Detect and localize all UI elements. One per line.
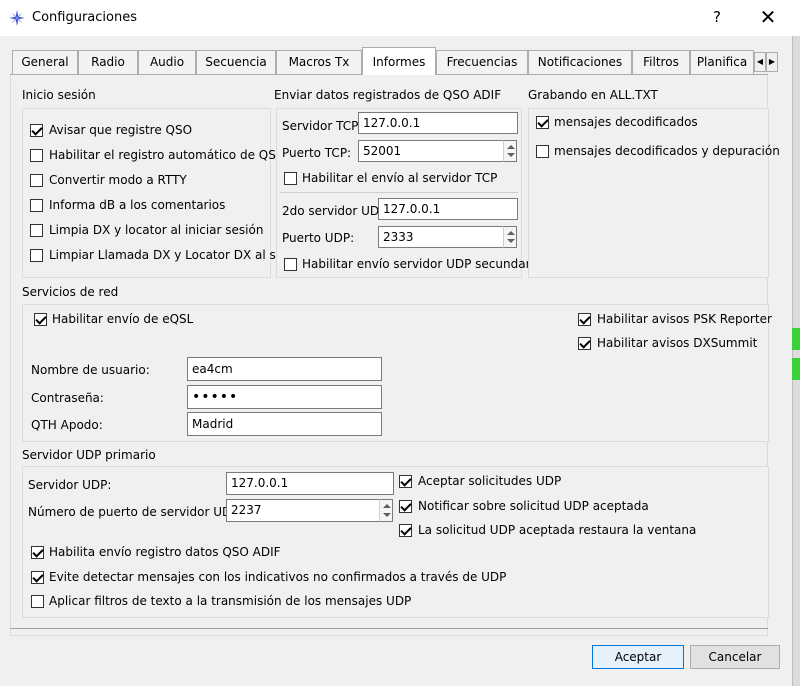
tcp-server-input[interactable]: 127.0.0.1 <box>358 112 518 134</box>
tab-frecuencias[interactable]: Frecuencias <box>436 50 528 74</box>
notify-udp-label: Notificar sobre solicitud UDP aceptada <box>418 499 649 513</box>
all-txt-title: Grabando en ALL.TXT <box>528 88 658 102</box>
udp-server-input[interactable]: 127.0.0.1 <box>226 472 394 495</box>
registro-automatico-label: Habilitar el registro automático de QSO <box>49 148 286 162</box>
psk-reporter-checkbox[interactable] <box>578 313 591 326</box>
informa-db-checkbox[interactable] <box>30 199 43 212</box>
tcp-enable-checkbox[interactable] <box>284 172 297 185</box>
text-filters-label: Aplicar filtros de texto a la transmisió… <box>49 594 412 608</box>
adif-separator <box>280 192 518 193</box>
dxsummit-label: Habilitar avisos DXSummit <box>597 336 758 350</box>
tab-scroll-right-button[interactable]: ▶ <box>766 52 778 72</box>
tcp-port-spinner[interactable] <box>503 140 517 162</box>
tab-general[interactable]: General <box>12 50 78 74</box>
udp-adif-checkbox[interactable] <box>31 546 44 559</box>
cancel-button[interactable]: Cancelar <box>690 645 780 669</box>
tab-filtros[interactable]: Filtros <box>632 50 690 74</box>
udp-port-spinner[interactable] <box>379 499 393 522</box>
tcp-port-input[interactable]: 52001 <box>358 140 504 162</box>
udp-primario-title: Servidor UDP primario <box>22 448 156 462</box>
decoded-messages-label: mensajes decodificados <box>554 115 698 129</box>
qth-input[interactable]: Madrid <box>187 412 382 436</box>
tab-scroll-left-button[interactable]: ◀ <box>754 52 766 72</box>
registro-automatico-checkbox[interactable] <box>30 149 43 162</box>
all-txt-group <box>528 108 769 278</box>
udp2-enable-label: Habilitar envío servidor UDP secundario <box>302 257 542 271</box>
udp2-enable-checkbox[interactable] <box>284 258 297 271</box>
informa-db-label: Informa dB a los comentarios <box>49 198 226 212</box>
close-button[interactable]: ✕ <box>758 5 778 29</box>
dxsummit-checkbox[interactable] <box>578 337 591 350</box>
eqsl-label: Habilitar envío de eQSL <box>52 312 194 326</box>
tab-radio[interactable]: Radio <box>78 50 138 74</box>
limpia-dx-inicio-label: Limpia DX y locator al iniciar sesión <box>49 223 264 237</box>
restore-window-label: La solicitud UDP aceptada restaura la ve… <box>418 523 697 537</box>
udp2-port-label: Puerto UDP: <box>282 231 355 245</box>
decoded-messages-checkbox[interactable] <box>536 116 549 129</box>
tab-macros-tx[interactable]: Macros Tx <box>276 50 362 74</box>
tcp-server-label: Servidor TCP: <box>282 119 363 133</box>
udp2-server-input[interactable]: 127.0.0.1 <box>378 198 518 220</box>
avisar-registre-qso-checkbox[interactable] <box>30 124 43 137</box>
app-star-icon <box>9 10 25 26</box>
background-green-bar <box>792 328 800 350</box>
window-title: Configuraciones <box>32 10 137 25</box>
avoid-unconfirmed-label: Evite detectar mensajes con los indicati… <box>49 570 507 584</box>
username-input[interactable]: ea4cm <box>187 357 382 381</box>
udp2-port-input[interactable]: 2333 <box>378 226 504 248</box>
username-label: Nombre de usuario: <box>31 363 150 377</box>
tab-audio[interactable]: Audio <box>138 50 196 74</box>
password-label: Contraseña: <box>31 391 104 405</box>
limpiar-dx-salir-checkbox[interactable] <box>30 249 43 262</box>
restore-window-checkbox[interactable] <box>399 524 412 537</box>
decoded-debug-label: mensajes decodificados y depuración <box>554 144 780 158</box>
accept-button[interactable]: Aceptar <box>592 645 684 669</box>
servicios-red-title: Servicios de red <box>22 285 119 299</box>
qth-label: QTH Apodo: <box>31 418 103 432</box>
notify-udp-checkbox[interactable] <box>399 500 412 513</box>
udp-port-label: Número de puerto de servidor UDP: <box>28 505 243 519</box>
tab-planifica[interactable]: Planifica <box>690 50 754 74</box>
tcp-enable-label: Habilitar el envío al servidor TCP <box>302 171 498 185</box>
udp2-port-spinner[interactable] <box>503 226 517 248</box>
background-green-bar <box>792 358 800 380</box>
udp-server-label: Servidor UDP: <box>28 478 112 492</box>
decoded-debug-checkbox[interactable] <box>536 145 549 158</box>
avisar-registre-qso-label: Avisar que registre QSO <box>49 123 193 137</box>
accept-udp-label: Aceptar solicitudes UDP <box>418 474 562 488</box>
tcp-port-label: Puerto TCP: <box>282 146 352 160</box>
password-input[interactable]: ••••• <box>187 385 382 409</box>
tab-notificaciones[interactable]: Notificaciones <box>528 50 632 74</box>
udp-adif-label: Habilita envío registro datos QSO ADIF <box>49 545 281 559</box>
psk-reporter-label: Habilitar avisos PSK Reporter <box>597 312 772 326</box>
eqsl-checkbox[interactable] <box>34 313 47 326</box>
limpiar-dx-salir-label: Limpiar Llamada DX y Locator DX al salir <box>49 248 295 262</box>
text-filters-checkbox[interactable] <box>31 595 44 608</box>
tab-secuencia[interactable]: Secuencia <box>196 50 276 74</box>
bottom-separator <box>10 628 768 629</box>
avoid-unconfirmed-checkbox[interactable] <box>31 571 44 584</box>
udp-port-input[interactable]: 2237 <box>226 499 380 522</box>
convertir-rtty-label: Convertir modo a RTTY <box>49 173 187 187</box>
accept-udp-checkbox[interactable] <box>399 475 412 488</box>
limpia-dx-inicio-checkbox[interactable] <box>30 224 43 237</box>
tab-informes[interactable]: Informes <box>362 47 436 75</box>
adif-title: Enviar datos registrados de QSO ADIF <box>274 88 502 102</box>
udp2-server-label: 2do servidor UDP <box>282 204 387 218</box>
help-button[interactable]: ? <box>710 8 724 26</box>
inicio-sesion-title: Inicio sesión <box>22 88 96 102</box>
convertir-rtty-checkbox[interactable] <box>30 174 43 187</box>
